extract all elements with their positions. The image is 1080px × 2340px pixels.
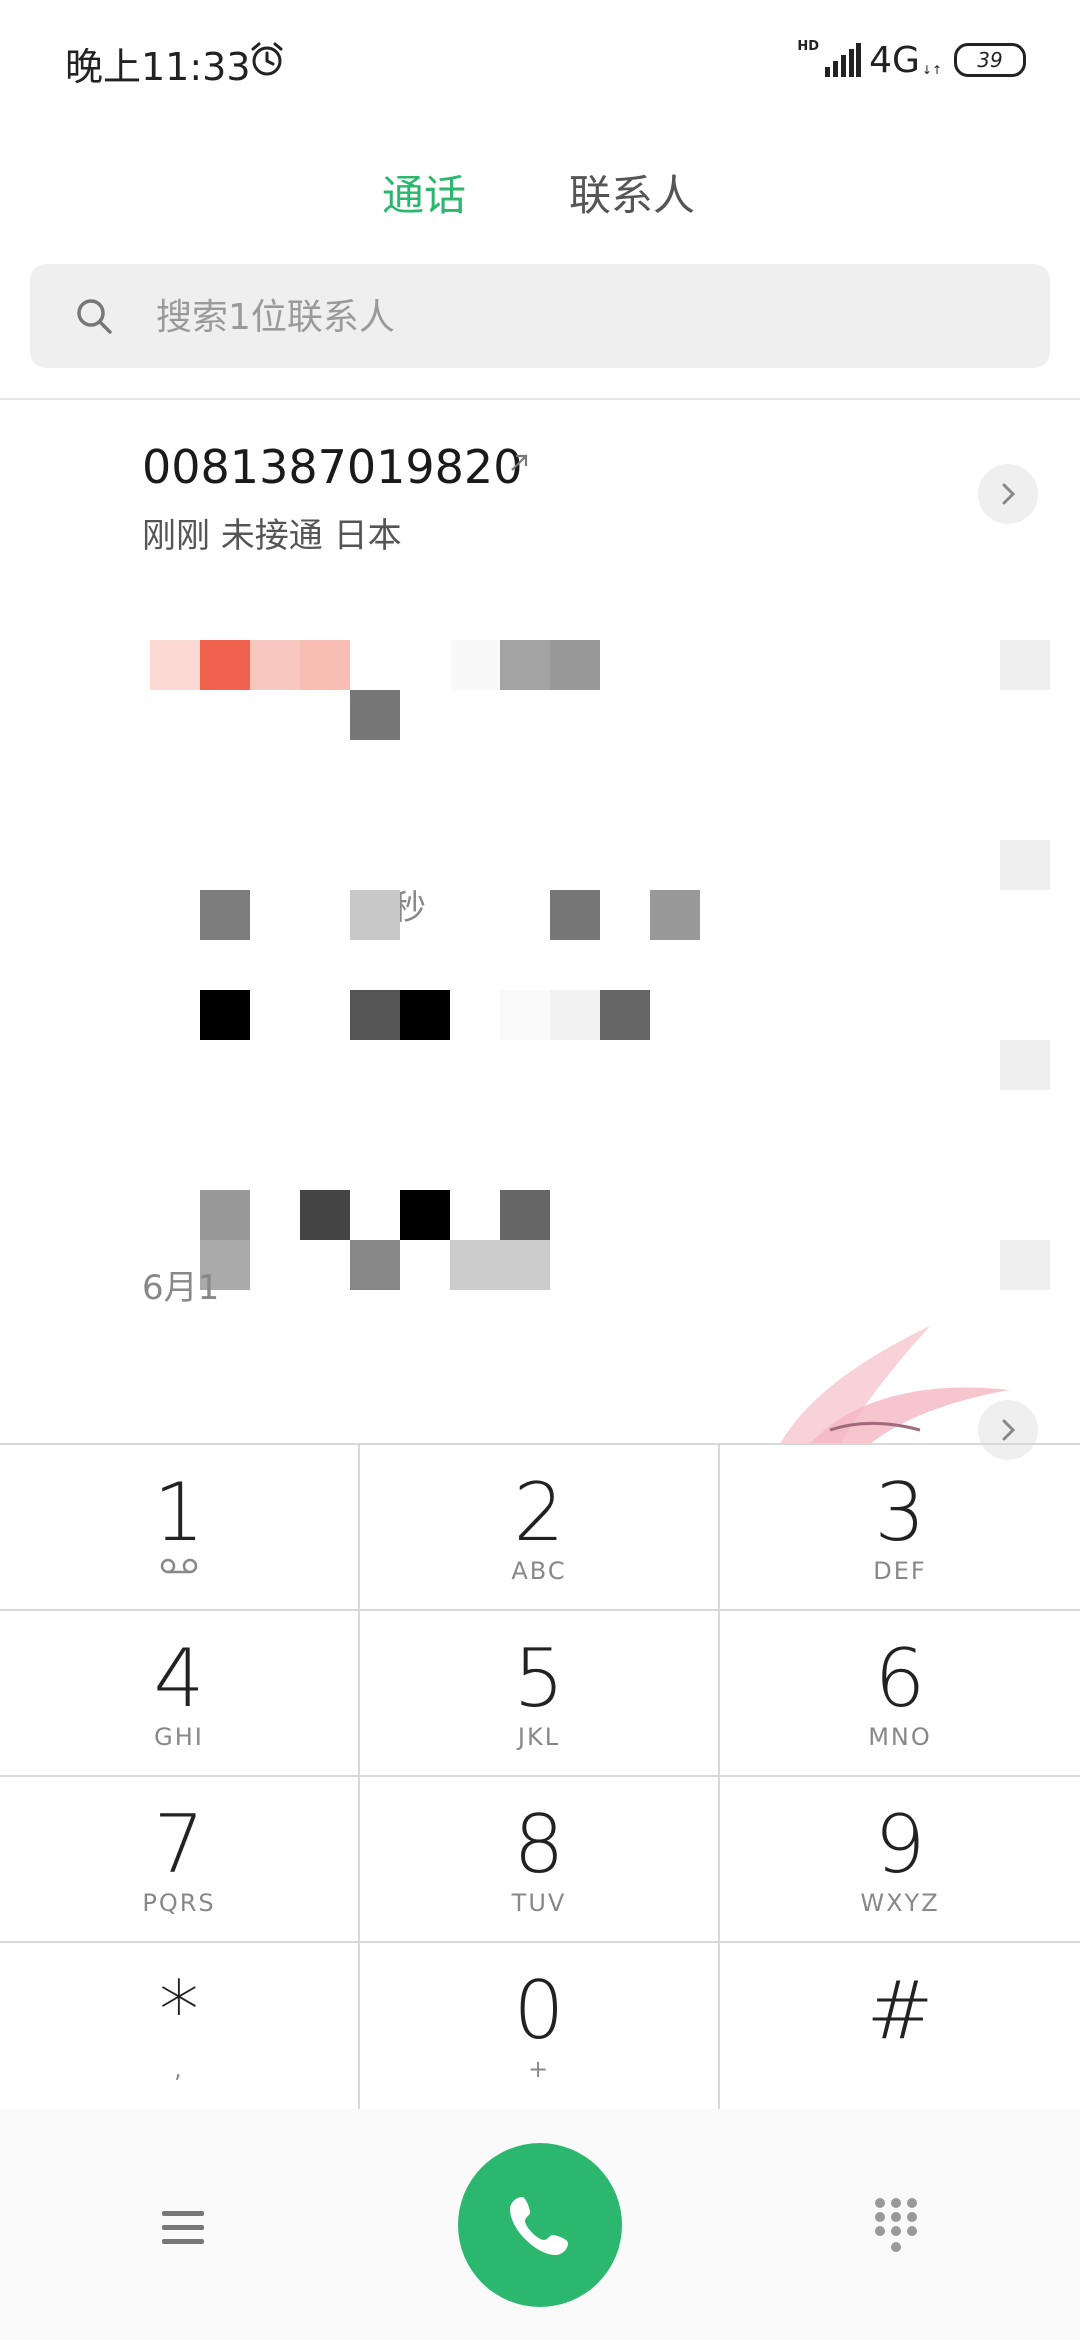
key-letters: JKL [517,1723,561,1751]
blurred-detail-button [1000,640,1050,690]
pixel-block [300,1190,350,1240]
key-6[interactable]: 6 MNO [720,1611,1080,1777]
pixel-block [350,690,400,740]
key-9[interactable]: 9 WXYZ [720,1777,1080,1943]
pixel-block [350,990,400,1040]
pixel-block [250,640,300,690]
pixel-block [200,990,250,1040]
key-4[interactable]: 4 GHI [0,1611,360,1777]
key-hash[interactable]: # [720,1943,1080,2109]
key-letters: ABC [511,1557,567,1585]
key-digit: 3 [874,1466,926,1559]
blurred-detail-button [1000,1040,1050,1090]
pixel-block [600,990,650,1040]
search-icon [77,299,112,334]
search-input[interactable] [154,264,1018,370]
pixel-block [350,890,400,940]
pixel-block [400,1190,450,1240]
voicemail-icon [160,1558,198,1574]
status-bar: 晚上11:33 HD 4G ↓↑ 39 [0,0,1080,120]
key-star[interactable]: * , [0,1943,360,2109]
key-digit: 0 [513,1964,565,2057]
key-5[interactable]: 5 JKL [360,1611,720,1777]
pixel-block [350,1240,400,1290]
key-2[interactable]: 2 ABC [360,1445,720,1611]
pixel-block [450,640,500,690]
hd-label: HD [797,38,820,54]
pixel-block [550,990,600,1040]
signal-icon [825,43,862,77]
blurred-detail-button [1000,1240,1050,1290]
key-3[interactable]: 3 DEF [720,1445,1080,1611]
key-7[interactable]: 7 PQRS [0,1777,360,1943]
pixel-block [550,640,600,690]
key-letters: WXYZ [860,1889,940,1917]
call-button[interactable] [458,2143,622,2307]
alarm-icon [251,42,283,76]
key-letters: PQRS [142,1889,216,1917]
blurred-date-text: 6月1 [142,1268,220,1308]
key-letters: DEF [873,1557,927,1585]
key-letters: , [174,2055,184,2083]
chevron-right-icon [1002,483,1016,505]
call-detail-button[interactable] [978,464,1038,524]
phone-icon [510,2197,568,2255]
bottom-action-bar [0,2109,1080,2340]
blurred-detail-button [1000,840,1050,890]
chevron-right-icon [1002,1419,1016,1441]
key-8[interactable]: 8 TUV [360,1777,720,1943]
key-digit: 5 [513,1632,565,1725]
outgoing-call-icon [511,454,528,471]
dialpad: 1 2 ABC 3 DEF 4 GHI 5 JKL 6 MNO 7 PQRS 8… [0,1443,1080,2111]
divider [0,398,1080,400]
tab-bar: 通话 联系人 [0,150,1080,230]
call-number: 0081387019820 [142,440,523,494]
key-digit: 2 [513,1466,565,1559]
pixel-block [200,640,250,690]
pixel-block [200,1190,250,1240]
tab-calls[interactable]: 通话 [382,162,466,223]
pixel-block [500,640,550,690]
battery-icon: 39 [954,43,1026,77]
key-1[interactable]: 1 [0,1445,360,1611]
key-digit: # [866,1964,934,2057]
pixel-block [550,890,600,940]
pixel-block [500,1240,550,1290]
key-0[interactable]: 0 + [360,1943,720,2109]
status-time: 晚上11:33 [65,45,251,89]
pixel-block [450,1240,500,1290]
keypad-icon[interactable] [872,2195,920,2259]
pixel-block [500,990,550,1040]
key-letters: GHI [154,1723,204,1751]
pixel-block [500,1190,550,1240]
key-digit: 1 [153,1466,205,1559]
key-letters: + [527,2055,551,2083]
tab-contacts[interactable]: 联系人 [569,162,695,223]
search-bar[interactable] [30,264,1050,370]
key-letters: MNO [868,1723,932,1751]
pixel-block [300,640,350,690]
call-meta: 刚刚 未接通 日本 [142,516,402,556]
key-digit: 7 [153,1798,205,1891]
network-type: 4G [869,39,920,81]
key-digit: * [159,1964,199,2057]
key-digit: 9 [874,1798,926,1891]
menu-icon[interactable] [160,2207,206,2249]
pixel-block [150,640,200,690]
data-activity-icon: ↓↑ [921,63,942,77]
key-digit: 4 [153,1632,205,1725]
key-letters: TUV [511,1889,567,1917]
status-indicators: HD 4G ↓↑ 39 [797,38,1026,82]
pixel-block [650,890,700,940]
key-digit: 8 [513,1798,565,1891]
key-digit: 6 [874,1632,926,1725]
pixel-block [200,890,250,940]
pixel-block [400,990,450,1040]
